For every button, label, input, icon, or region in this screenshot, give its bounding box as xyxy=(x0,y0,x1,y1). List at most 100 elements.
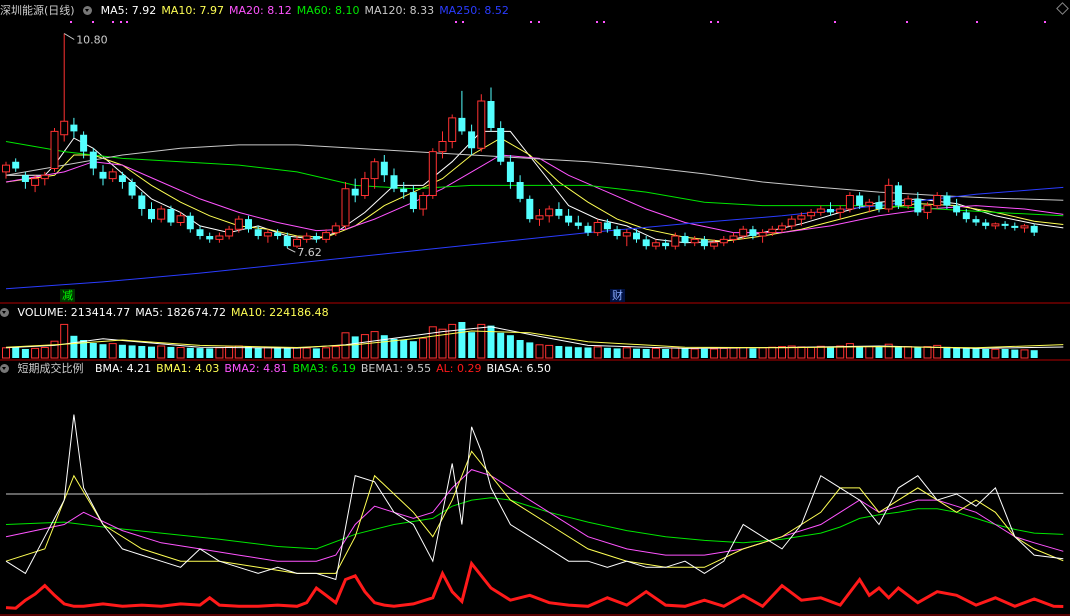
chevron-down-icon[interactable] xyxy=(83,6,93,15)
indicator-legend-item-4: BEMA1: 9.55 xyxy=(360,362,432,375)
volume-bar xyxy=(904,346,913,359)
volume-bars[interactable] xyxy=(2,322,1038,359)
candle-body xyxy=(816,208,825,213)
candle-body xyxy=(176,215,185,223)
candle xyxy=(21,171,29,189)
volume-bar xyxy=(690,348,699,359)
volume-bar xyxy=(914,347,922,358)
candle xyxy=(1011,222,1019,231)
candle-body xyxy=(565,215,573,223)
volume-bar xyxy=(360,334,369,359)
candle-body xyxy=(206,236,214,240)
candle xyxy=(12,158,20,172)
candle-body xyxy=(768,228,777,234)
volume-legend-item-1: MA5: 182674.72 xyxy=(135,306,226,319)
candle xyxy=(593,219,602,236)
candle-body xyxy=(312,236,320,240)
ma-legend-item-2: MA20: 8.12 xyxy=(229,4,292,17)
price-candles[interactable] xyxy=(2,33,1038,250)
volume-bar xyxy=(215,347,224,359)
candle xyxy=(943,192,951,209)
volume-bar xyxy=(274,348,282,358)
chevron-down-icon[interactable] xyxy=(0,364,9,373)
volume-legend-item-2: MA10: 224186.48 xyxy=(230,306,329,319)
volume-bar xyxy=(642,349,650,358)
candle xyxy=(380,155,388,182)
candle-body xyxy=(225,228,234,237)
candle xyxy=(148,202,155,223)
event-marker-reduce[interactable]: 减 xyxy=(60,289,75,302)
chevron-down-icon[interactable] xyxy=(0,308,9,317)
volume-bar xyxy=(351,336,359,358)
candle xyxy=(535,209,544,226)
volume-bar xyxy=(923,346,932,359)
candle xyxy=(118,171,126,189)
candle-body xyxy=(419,195,428,210)
candle-body xyxy=(293,238,301,247)
candle-body xyxy=(360,178,369,196)
volume-bar xyxy=(138,346,146,358)
candle-body xyxy=(322,232,331,240)
candle-body xyxy=(662,242,670,247)
marker-dot xyxy=(120,21,122,23)
marker-dot xyxy=(70,21,72,23)
volume-bar xyxy=(400,340,408,358)
volume-legend: VOLUME: 213414.77 MA5: 182674.72 MA10: 224… xyxy=(18,306,334,319)
high-pointer xyxy=(63,33,75,40)
candle-body xyxy=(933,195,942,207)
candle-body xyxy=(138,195,146,209)
volume-bar xyxy=(458,322,466,358)
candle-body xyxy=(535,215,544,220)
candle xyxy=(400,182,408,199)
volume-bar xyxy=(293,347,301,359)
event-marker-financial[interactable]: 财 xyxy=(610,289,625,302)
marker-dot xyxy=(834,21,836,23)
candle xyxy=(428,148,437,199)
candle xyxy=(360,171,369,199)
volume-bar xyxy=(894,346,902,358)
ma-legend-item-3: MA60: 8.10 xyxy=(296,4,360,17)
candle-body xyxy=(555,209,563,216)
volume-bar xyxy=(31,347,40,359)
candle-body xyxy=(875,202,883,209)
candle-body xyxy=(633,232,640,240)
candle xyxy=(128,178,136,199)
candle xyxy=(613,225,621,240)
volume-bar xyxy=(438,328,447,359)
volume-bar xyxy=(739,347,748,359)
price-header: 深圳能源(日线) MA5: 7.92 MA10: 7.97 MA20: 8.12 MA… xyxy=(0,4,519,18)
indicator-line-bma1 xyxy=(5,450,1064,574)
candle xyxy=(574,215,582,230)
volume-bar xyxy=(633,348,640,358)
candle-body xyxy=(613,229,621,236)
volume-bar xyxy=(167,346,175,358)
volume-bar xyxy=(953,347,961,358)
candle xyxy=(70,117,78,139)
volume-bar xyxy=(448,323,457,359)
volume-bar xyxy=(302,347,311,359)
candle-body xyxy=(215,235,224,240)
candle-body xyxy=(526,198,534,220)
candle xyxy=(982,219,990,230)
candle-body xyxy=(108,171,117,180)
volume-bar xyxy=(865,346,874,359)
indicator-line-bma xyxy=(5,414,1064,581)
candle xyxy=(409,185,417,213)
marker-dot xyxy=(603,21,605,23)
volume-bar xyxy=(148,346,155,358)
candle-body xyxy=(497,128,505,162)
candle xyxy=(341,182,350,230)
marker-dot xyxy=(906,21,908,23)
volume-bar xyxy=(651,347,660,359)
candle-body xyxy=(409,192,417,209)
candle xyxy=(370,158,379,189)
ma-legend-item-5: MA250: 8.52 xyxy=(439,4,509,17)
candle xyxy=(157,205,166,223)
candle xyxy=(50,128,59,172)
volume-bar xyxy=(506,335,514,358)
candle-body xyxy=(729,235,738,240)
candle-body xyxy=(953,205,961,213)
candle-body xyxy=(719,238,728,244)
volume-moving-averages xyxy=(5,326,1064,349)
candle xyxy=(642,236,650,250)
